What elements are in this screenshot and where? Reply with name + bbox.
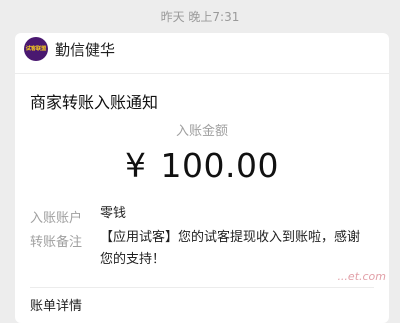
- message-timestamp: 昨天 晚上7:31: [160, 10, 240, 24]
- remark-row-value: 【应用试客】您的试客提现收入到账啦，感谢您的支持！: [100, 230, 361, 267]
- account-row-label: 入账账户: [30, 211, 83, 226]
- notice-title: 商家转账入账通知: [30, 93, 159, 112]
- remark-row-label: 转账备注: [30, 235, 83, 250]
- amount-label: 入账金额: [175, 124, 228, 139]
- brand-logo: 试客联盟: [24, 37, 48, 61]
- card-header[interactable]: 试客联盟 勤信健华: [15, 33, 389, 74]
- section-divider: [30, 287, 374, 288]
- amount-value: 100.00: [160, 146, 279, 185]
- brand-name: 勤信健华: [55, 41, 116, 59]
- amount-display: ¥100.00: [15, 146, 389, 185]
- bill-details-link[interactable]: 账单详情: [30, 295, 82, 314]
- transfer-notice-card[interactable]: 试客联盟 勤信健华 商家转账入账通知 入账金额 ¥100.00 入账账户 零钱 …: [15, 33, 389, 323]
- currency-symbol: ¥: [125, 146, 147, 185]
- watermark: ...et.com: [337, 270, 386, 283]
- account-row-value: 零钱: [100, 206, 127, 221]
- brand-logo-text: 试客联盟: [25, 45, 47, 52]
